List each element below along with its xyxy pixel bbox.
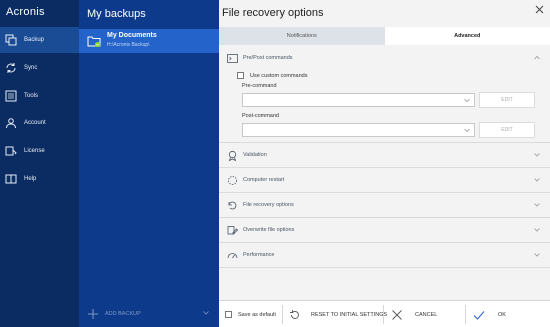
ok-button[interactable]: OK bbox=[473, 301, 506, 327]
use-custom-commands-row[interactable]: Use custom commands bbox=[237, 72, 307, 79]
section-header-performance: Performance bbox=[219, 243, 550, 267]
reset-button[interactable]: RESET TO INITIAL SETTINGS bbox=[289, 301, 387, 327]
tab-notifications[interactable]: Notifications bbox=[219, 27, 385, 45]
section-title: Computer restart bbox=[243, 177, 285, 183]
plus-icon bbox=[87, 308, 99, 320]
add-backup-button[interactable]: ADD BACKUP bbox=[79, 300, 219, 327]
section-header-restart: Computer restart bbox=[219, 168, 550, 192]
restart-icon bbox=[225, 174, 239, 186]
nav-item-label: Backup bbox=[24, 37, 45, 43]
chevron-down-icon bbox=[534, 252, 540, 258]
section-title: Performance bbox=[243, 252, 275, 258]
nav-item-label: License bbox=[24, 148, 45, 154]
save-as-default-label: Save as default bbox=[238, 311, 276, 318]
backups-title: My backups bbox=[87, 8, 146, 20]
chevron-down-icon[interactable] bbox=[203, 310, 209, 316]
file-recovery-icon bbox=[225, 199, 239, 211]
chevron-down-icon bbox=[534, 152, 540, 158]
pre-command-label: Pre-command bbox=[242, 83, 277, 89]
chevron-up-icon bbox=[534, 55, 540, 61]
main-nav: Acronis Backup Sync Tools Account Licens… bbox=[0, 0, 79, 327]
nav-item-account[interactable]: Account bbox=[0, 110, 79, 136]
divider bbox=[282, 305, 283, 324]
nav-item-label: Sync bbox=[24, 65, 38, 71]
backups-list: My backups My Documents H:\Acronis Backu… bbox=[79, 0, 219, 327]
backup-icon bbox=[4, 33, 18, 47]
use-custom-commands-label: Use custom commands bbox=[250, 72, 308, 79]
section-header-overwrite: Overwrite file options bbox=[219, 218, 550, 242]
nav-item-backup[interactable]: Backup bbox=[0, 27, 79, 53]
backup-name: My Documents bbox=[107, 32, 157, 39]
section-file-recovery-options[interactable]: File recovery options bbox=[219, 193, 550, 218]
section-performance[interactable]: Performance bbox=[219, 243, 550, 268]
terminal-icon bbox=[225, 52, 239, 64]
divider bbox=[465, 305, 466, 324]
nav-item-label: Help bbox=[24, 176, 37, 182]
tab-advanced[interactable]: Advanced bbox=[384, 27, 550, 45]
section-title: Overwrite file options bbox=[243, 227, 295, 233]
ok-label: OK bbox=[498, 311, 506, 318]
section-header-validation: Validation bbox=[219, 143, 550, 167]
nav-item-license[interactable]: License bbox=[0, 138, 79, 164]
app-logo: Acronis bbox=[6, 6, 45, 18]
check-icon bbox=[473, 309, 485, 321]
close-icon[interactable] bbox=[535, 5, 544, 14]
reset-label: RESET TO INITIAL SETTINGS bbox=[311, 311, 388, 318]
overwrite-icon bbox=[225, 224, 239, 236]
divider bbox=[383, 305, 384, 324]
save-as-default-row[interactable]: Save as default bbox=[225, 301, 276, 327]
section-title: File recovery options bbox=[243, 202, 294, 208]
save-as-default-checkbox[interactable] bbox=[225, 311, 232, 318]
tools-icon bbox=[4, 89, 18, 103]
post-command-select[interactable] bbox=[242, 123, 475, 137]
account-icon bbox=[4, 116, 18, 130]
backup-path: H:\Acronis Backup\ bbox=[107, 42, 150, 48]
chevron-down-icon bbox=[534, 202, 540, 208]
validation-icon bbox=[225, 149, 239, 161]
section-overwrite-file-options[interactable]: Overwrite file options bbox=[219, 218, 550, 243]
nav-item-label: Account bbox=[24, 120, 46, 126]
nav-item-sync[interactable]: Sync bbox=[0, 55, 79, 81]
post-command-edit-button[interactable]: EDIT bbox=[479, 122, 535, 138]
section-title: Pre/Post commands bbox=[243, 55, 293, 61]
folder-icon bbox=[87, 34, 101, 48]
chevron-down-icon bbox=[464, 98, 470, 103]
backup-item-my-documents[interactable]: My Documents H:\Acronis Backup\ bbox=[79, 29, 219, 53]
cancel-icon bbox=[391, 309, 403, 321]
pre-command-edit-button[interactable]: EDIT bbox=[479, 92, 535, 108]
cancel-label: CANCEL bbox=[415, 311, 438, 318]
chevron-down-icon bbox=[534, 227, 540, 233]
license-icon bbox=[4, 144, 18, 158]
add-backup-label: ADD BACKUP bbox=[105, 310, 141, 317]
section-title: Validation bbox=[243, 152, 267, 158]
section-computer-restart[interactable]: Computer restart bbox=[219, 168, 550, 193]
panel-footer: Save as default RESET TO INITIAL SETTING… bbox=[219, 300, 550, 327]
chevron-down-icon bbox=[534, 177, 540, 183]
nav-item-help[interactable]: Help bbox=[0, 166, 79, 192]
section-header-file-recovery: File recovery options bbox=[219, 193, 550, 217]
options-panel: File recovery options Notifications Adva… bbox=[219, 0, 550, 327]
panel-title: File recovery options bbox=[222, 7, 324, 19]
section-header-prepost[interactable]: Pre/Post commands bbox=[219, 46, 550, 70]
nav-item-label: Tools bbox=[24, 93, 39, 99]
sync-icon bbox=[4, 61, 18, 75]
post-command-label: Post-command bbox=[242, 113, 279, 119]
cancel-button[interactable]: CANCEL bbox=[391, 301, 437, 327]
section-prepost-commands: Pre/Post commands Use custom commands Pr… bbox=[219, 46, 550, 143]
tab-bar: Notifications Advanced bbox=[219, 27, 550, 45]
pre-command-select[interactable] bbox=[242, 93, 475, 107]
use-custom-commands-checkbox[interactable] bbox=[237, 72, 244, 79]
help-icon bbox=[4, 172, 18, 186]
nav-item-tools[interactable]: Tools bbox=[0, 83, 79, 109]
reset-icon bbox=[289, 309, 301, 321]
chevron-down-icon bbox=[464, 128, 470, 133]
section-validation[interactable]: Validation bbox=[219, 143, 550, 168]
performance-icon bbox=[225, 249, 239, 261]
